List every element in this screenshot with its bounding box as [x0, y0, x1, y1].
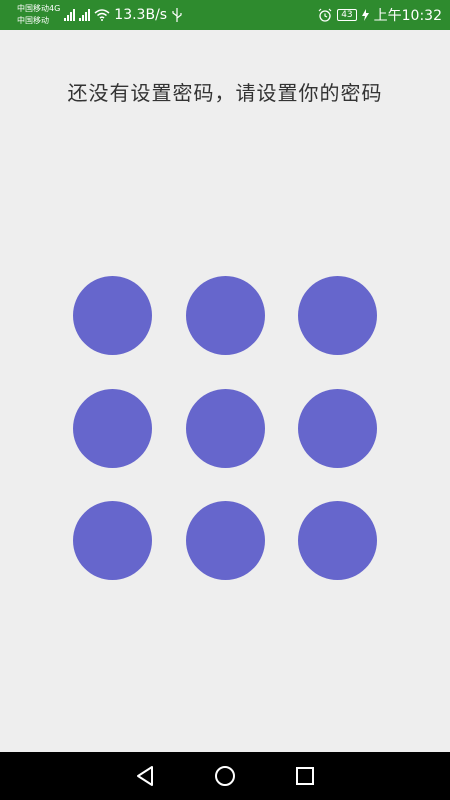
carrier-1-label: 中国移动4G	[17, 4, 61, 13]
recents-square-icon	[296, 767, 314, 785]
home-button[interactable]	[210, 761, 240, 791]
status-bar: 中国移动4G 中国移动 13.3B/s 43 上午10:32	[0, 0, 450, 30]
pattern-dot-5[interactable]	[185, 388, 265, 468]
pattern-dot-7[interactable]	[73, 501, 152, 580]
carrier-info: 中国移动4G 中国移动	[17, 3, 60, 27]
recents-button[interactable]	[290, 761, 320, 791]
pattern-dot-6[interactable]	[298, 388, 377, 468]
signal-2-icon	[79, 9, 91, 21]
battery-level: 43	[341, 10, 353, 20]
alarm-icon	[318, 8, 332, 22]
pattern-dot-3[interactable]	[298, 276, 377, 355]
back-triangle-icon	[137, 766, 153, 786]
status-right: 43 上午10:32	[318, 5, 442, 25]
home-circle-icon	[215, 766, 235, 786]
clock: 上午10:32	[373, 8, 442, 24]
network-speed: 13.3B/s	[114, 7, 168, 23]
wifi-icon	[94, 9, 110, 21]
battery-icon: 43	[337, 9, 357, 21]
pattern-dot-1[interactable]	[73, 276, 152, 355]
pattern-dot-8[interactable]	[185, 501, 265, 580]
pattern-dot-2[interactable]	[185, 276, 265, 355]
usb-icon	[172, 8, 182, 22]
page-title: 还没有设置密码，请设置你的密码	[67, 81, 383, 105]
signal-1-icon	[64, 9, 76, 21]
status-left: 中国移动4G 中国移动 13.3B/s	[17, 3, 183, 27]
carrier-2-label: 中国移动	[17, 16, 49, 25]
pattern-dot-4[interactable]	[73, 388, 152, 468]
navigation-bar	[0, 752, 450, 800]
pattern-lock-grid[interactable]	[73, 276, 377, 580]
back-button[interactable]	[130, 761, 160, 791]
pattern-dot-9[interactable]	[298, 501, 377, 580]
charging-icon	[361, 9, 369, 21]
